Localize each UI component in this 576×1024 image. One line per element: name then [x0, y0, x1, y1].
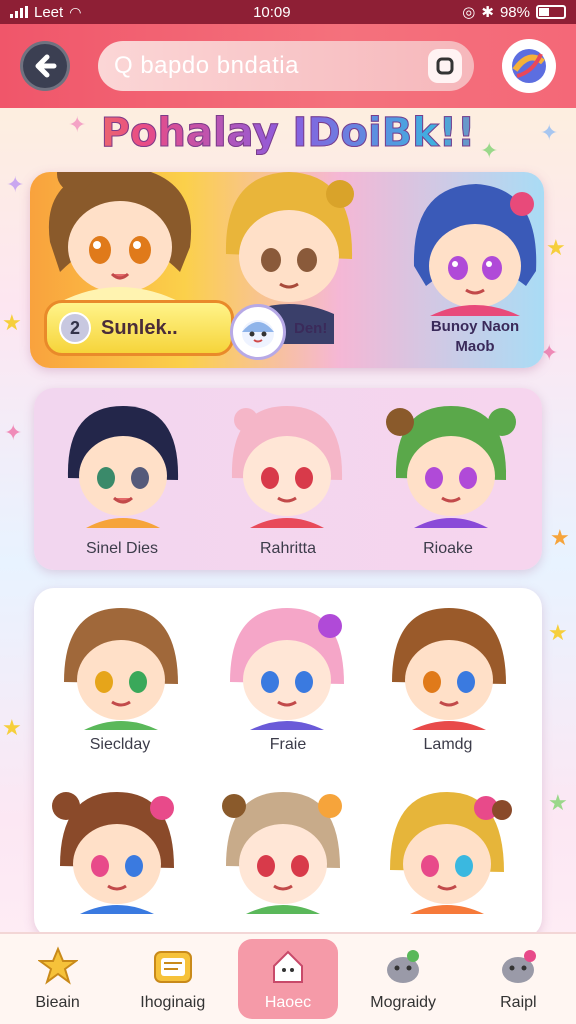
character-name: Sieclday: [89, 736, 151, 753]
nav-label: Ihoginaig: [140, 994, 206, 1011]
star-icon: ✦: [540, 120, 559, 145]
search-input[interactable]: Q bapdo bndatia: [114, 52, 299, 80]
nav-label: Haoec: [264, 994, 312, 1011]
monster-icon: [387, 950, 420, 983]
character-brown-bun-girl[interactable]: [52, 784, 182, 914]
star-icon: ★: [2, 715, 22, 740]
featured-title-line1: Bunoy Naon: [430, 318, 520, 335]
character-pink-hair[interactable]: [222, 398, 352, 528]
star-icon: [37, 946, 78, 985]
star-icon: ★: [2, 310, 22, 335]
character-grid-card: Sieclday Fraie Lamdg: [34, 588, 542, 938]
battery-icon: [535, 5, 566, 19]
star-icon: ★: [546, 235, 566, 260]
rank-label: Sunlek..: [101, 316, 178, 339]
nav-item-ihoginaig[interactable]: Ihoginaig: [123, 939, 223, 1019]
character-beige-hair[interactable]: [218, 784, 348, 914]
bluetooth-icon: ✱: [481, 4, 494, 21]
character-pink-bow-girl[interactable]: [222, 600, 352, 730]
star-icon: ★: [550, 525, 570, 550]
carrier-label: Leet: [34, 3, 64, 21]
character-green-hair[interactable]: [386, 398, 516, 528]
star-icon: ✦: [4, 420, 23, 445]
rank-badge[interactable]: 2 Sunlek..: [44, 300, 234, 356]
nav-item-raipl[interactable]: Raipl: [468, 939, 568, 1019]
nav-label: Bieain: [35, 994, 80, 1011]
mascot-label: Den!: [294, 320, 328, 337]
star-icon: ★: [548, 620, 568, 645]
signal-icon: [10, 6, 28, 18]
back-arrow-icon: [35, 54, 57, 78]
character-blonde-girl[interactable]: [382, 784, 512, 914]
character-auburn-hair[interactable]: [384, 600, 514, 730]
search-bar[interactable]: Q bapdo bndatia: [98, 41, 474, 91]
character-row-card: Sinel Dies Rahritta Rioake: [34, 388, 542, 570]
star-icon: ✦: [68, 112, 87, 137]
nav-label: Raipl: [500, 994, 537, 1011]
home-icon: [272, 950, 303, 983]
ghost-mascot-icon: [242, 320, 274, 348]
creature-icon: [502, 950, 537, 983]
location-icon: ◎: [462, 4, 476, 21]
mascot-avatar[interactable]: [230, 304, 286, 360]
featured-banner[interactable]: 2 Sunlek.. Den! Bunoy Naon Maob: [30, 172, 544, 368]
character-brown-hair-girl: [48, 172, 192, 302]
clock: 10:09: [253, 3, 291, 21]
wifi-icon: ◠: [69, 3, 82, 20]
character-brown-hair-boy[interactable]: [56, 600, 186, 730]
character-name: Lamdg: [423, 736, 473, 753]
character-navy-hair[interactable]: [58, 398, 188, 528]
app-header: Q bapdo bndatia: [0, 24, 576, 108]
character-name: Fraie: [269, 736, 307, 753]
character-blue-hair-girl: [413, 184, 537, 316]
profile-avatar-button[interactable]: [502, 39, 556, 93]
character-name: Rahritta: [259, 540, 317, 557]
battery-percent: 98%: [499, 3, 530, 21]
star-icon: ✦: [480, 138, 499, 163]
scan-icon[interactable]: [428, 49, 462, 83]
back-button[interactable]: [20, 41, 70, 91]
featured-title-line2: Maob: [455, 338, 495, 355]
character-name: Sinel Dies: [85, 540, 159, 557]
bottom-nav: Bieain Ihoginaig Haoec Mograidy Raipl: [0, 932, 576, 1024]
status-bar: Leet ◠ 10:09 ◎ ✱ 98%: [0, 0, 576, 24]
rank-number: 2: [59, 312, 91, 344]
nav-item-bieain[interactable]: Bieain: [8, 939, 108, 1019]
nav-item-mograidy[interactable]: Mograidy: [353, 939, 453, 1019]
note-icon: [153, 951, 192, 983]
nav-label: Mograidy: [370, 994, 437, 1011]
star-icon: ✦: [6, 172, 25, 197]
character-name: Rioake: [423, 540, 473, 557]
star-icon: ★: [548, 790, 568, 815]
nav-item-haoec[interactable]: Haoec: [237, 939, 338, 1019]
swirl-logo-icon: [512, 49, 546, 83]
